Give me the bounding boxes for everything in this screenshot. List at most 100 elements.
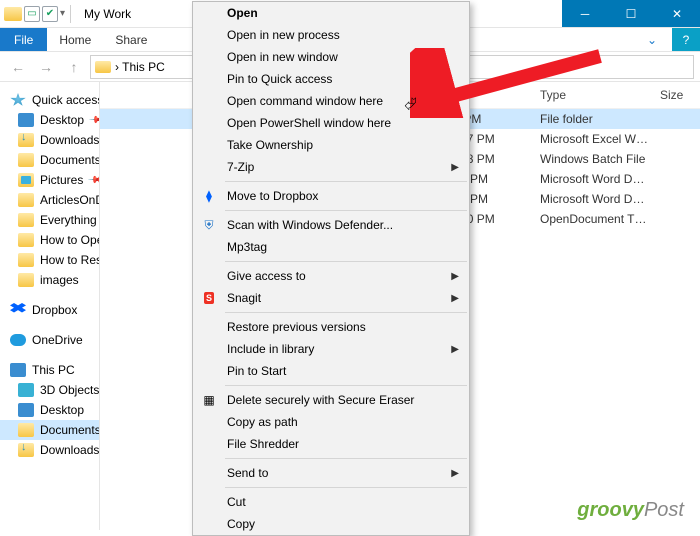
sidebar-item-label: Desktop — [40, 403, 84, 417]
sidebar-dropbox[interactable]: Dropbox — [0, 300, 99, 320]
watermark-b: Post — [644, 499, 684, 521]
sidebar-item-label: Pictures — [40, 173, 83, 187]
folder-icon — [18, 233, 34, 247]
sidebar-item-documents[interactable]: Documents📌 — [0, 150, 99, 170]
folder-icon — [18, 253, 34, 267]
sidebar-item-label: 3D Objects — [40, 383, 99, 397]
menu-item[interactable]: Mp3tag — [193, 236, 469, 258]
chevron-right-icon: ▶ — [451, 162, 459, 173]
sidebar-item-label: ArticlesOnDB — [40, 193, 99, 207]
sidebar-item-label: Dropbox — [32, 303, 77, 317]
menu-item[interactable]: Include in library▶ — [193, 338, 469, 360]
menu-item-label: Open in new process — [227, 28, 340, 42]
downloads-icon — [18, 133, 34, 147]
close-button[interactable]: ✕ — [654, 0, 700, 27]
menu-item[interactable]: Open — [193, 2, 469, 24]
desktop-icon — [18, 113, 34, 127]
folder-icon — [18, 273, 34, 287]
sidebar-item-label: Everything You N — [40, 213, 99, 227]
maximize-button[interactable]: ☐ — [608, 0, 654, 27]
menu-item-label: Pin to Start — [227, 364, 286, 378]
menu-item-label: Restore previous versions — [227, 320, 366, 334]
shield-icon: ⛨ — [201, 217, 217, 233]
menu-item-label: Open in new window — [227, 50, 338, 64]
menu-item[interactable]: Copy — [193, 513, 469, 535]
qat-properties-button[interactable]: ▭ — [24, 6, 40, 22]
menu-item[interactable]: Send to▶ — [193, 462, 469, 484]
sidebar-item-documents[interactable]: Documents — [0, 420, 99, 440]
menu-item[interactable]: Pin to Start — [193, 360, 469, 382]
menu-item[interactable]: ▦Delete securely with Secure Eraser — [193, 389, 469, 411]
sidebar-quick-access[interactable]: Quick access — [0, 90, 99, 110]
sidebar-item-label: images — [40, 273, 79, 287]
star-icon — [10, 93, 26, 107]
chevron-right-icon: ▶ — [451, 468, 459, 479]
qat-new-folder-button[interactable]: ✔ — [42, 6, 58, 22]
share-tab[interactable]: Share — [103, 28, 159, 51]
sidebar-item-folder[interactable]: Everything You N — [0, 210, 99, 230]
sidebar-item-label: Downloads — [40, 133, 99, 147]
menu-item-label: Open PowerShell window here — [227, 116, 391, 130]
menu-item[interactable]: 7-Zip▶ — [193, 156, 469, 178]
qat-dropdown[interactable]: ▾ — [60, 8, 65, 19]
column-size[interactable]: Size — [660, 88, 700, 102]
menu-item-label: Give access to — [227, 269, 306, 283]
annotation-arrow — [410, 48, 610, 118]
menu-item[interactable]: Copy as path — [193, 411, 469, 433]
sidebar-item-downloads[interactable]: Downloads📌 — [0, 130, 99, 150]
minimize-button[interactable]: ─ — [562, 0, 608, 27]
menu-item[interactable]: Cut — [193, 491, 469, 513]
menu-item[interactable]: Take Ownership — [193, 134, 469, 156]
sidebar-item-desktop[interactable]: Desktop — [0, 400, 99, 420]
dropbox-icon — [10, 303, 26, 317]
sidebar-onedrive[interactable]: OneDrive — [0, 330, 99, 350]
back-button[interactable]: ← — [6, 56, 30, 78]
sidebar-item-label: How to Open a C — [40, 233, 99, 247]
up-button[interactable]: ↑ — [62, 56, 86, 78]
navigation-pane: Quick access Desktop📌 Downloads📌 Documen… — [0, 82, 100, 530]
separator — [70, 5, 71, 23]
sidebar-item-label: Documents — [40, 423, 99, 437]
sidebar-item-label: This PC — [32, 363, 75, 377]
file-type: OpenDocument T… — [540, 212, 660, 226]
menu-item[interactable]: Open in new process — [193, 24, 469, 46]
watermark: groovyPost — [577, 499, 684, 522]
onedrive-icon — [10, 334, 26, 346]
menu-item-label: Copy as path — [227, 415, 298, 429]
folder-icon — [95, 61, 111, 73]
menu-item[interactable]: File Shredder — [193, 433, 469, 455]
watermark-a: groovy — [577, 499, 644, 521]
sidebar-this-pc[interactable]: This PC — [0, 360, 99, 380]
forward-button[interactable]: → — [34, 56, 58, 78]
sidebar-item-folder[interactable]: How to Open a C — [0, 230, 99, 250]
menu-item[interactable]: ⛨Scan with Windows Defender... — [193, 214, 469, 236]
sidebar-item-label: Desktop — [40, 113, 84, 127]
sidebar-item-pictures[interactable]: Pictures 📌 — [0, 170, 99, 190]
menu-item[interactable]: Restore previous versions — [193, 316, 469, 338]
sidebar-item-folder[interactable]: ArticlesOnDB — [0, 190, 99, 210]
sidebar-item-desktop[interactable]: Desktop📌 — [0, 110, 99, 130]
menu-item[interactable]: ⧫Move to Dropbox — [193, 185, 469, 207]
home-tab[interactable]: Home — [47, 28, 103, 51]
file-type: Microsoft Word D… — [540, 172, 660, 186]
menu-item-label: Copy — [227, 517, 255, 531]
pc-icon — [10, 363, 26, 377]
menu-item-label: Snagit — [227, 291, 261, 305]
menu-item[interactable]: Give access to▶ — [193, 265, 469, 287]
sidebar-item-folder[interactable]: How to Restore t — [0, 250, 99, 270]
ribbon-collapse-button[interactable]: ⌄ — [632, 28, 672, 51]
eraser-icon: ▦ — [201, 392, 217, 408]
chevron-right-icon: ▶ — [451, 344, 459, 355]
pin-icon: 📌 — [87, 172, 99, 189]
help-button[interactable]: ? — [672, 28, 700, 51]
menu-item-label: Open — [227, 6, 258, 20]
chevron-right-icon: ▶ — [451, 293, 459, 304]
sidebar-item-downloads[interactable]: Downloads — [0, 440, 99, 460]
sidebar-item-label: Downloads — [40, 443, 99, 457]
menu-item[interactable]: SSnagit▶ — [193, 287, 469, 309]
sidebar-item-label: Quick access — [32, 93, 99, 107]
file-tab[interactable]: File — [0, 28, 47, 51]
sidebar-item-folder[interactable]: images — [0, 270, 99, 290]
menu-item-label: File Shredder — [227, 437, 299, 451]
sidebar-item-3d-objects[interactable]: 3D Objects — [0, 380, 99, 400]
